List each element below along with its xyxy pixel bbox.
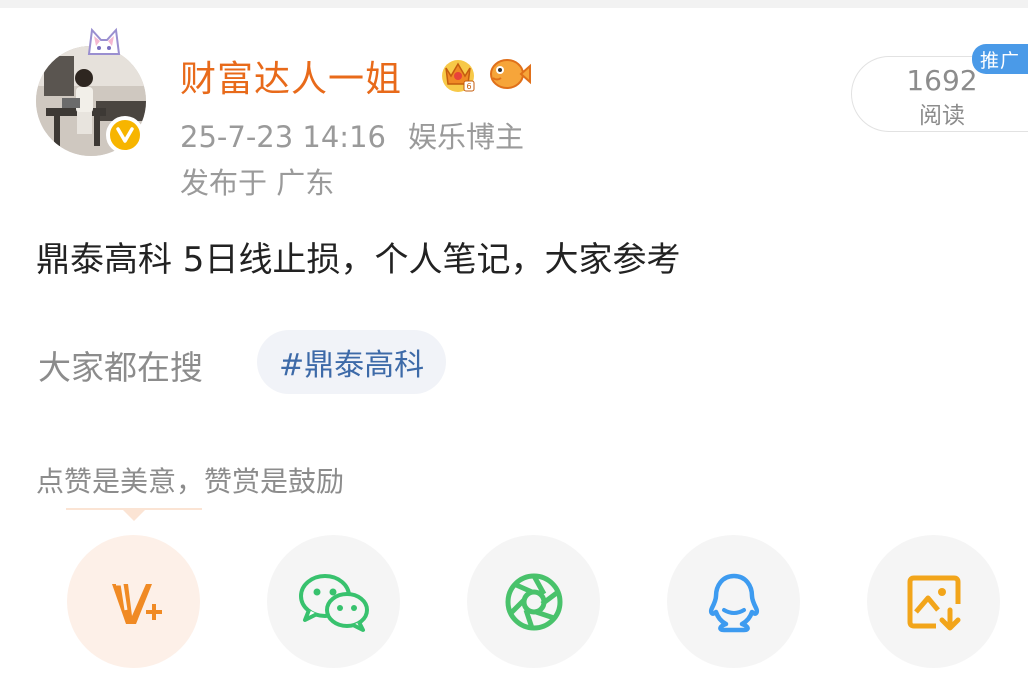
fish-badge-icon bbox=[490, 59, 531, 89]
post-location: 发布于 广东 bbox=[180, 166, 335, 200]
share-moments-button[interactable] bbox=[467, 535, 600, 668]
trending-search-label: 大家都在搜 bbox=[38, 348, 203, 387]
save-image-icon bbox=[907, 575, 960, 630]
save-image-button[interactable] bbox=[867, 535, 1000, 668]
post-meta: 25-7-23 14:16 娱乐博主 bbox=[180, 114, 524, 156]
avatar[interactable] bbox=[36, 46, 146, 156]
hashtag-chip[interactable]: #鼎泰高科 bbox=[257, 330, 447, 394]
reward-button[interactable] bbox=[67, 535, 200, 668]
reward-pointer bbox=[121, 508, 147, 521]
svg-text:6: 6 bbox=[466, 82, 471, 91]
qq-icon bbox=[708, 573, 759, 632]
reward-prompt: 点赞是美意，赞赏是鼓励 bbox=[36, 465, 345, 498]
weibo-reward-icon bbox=[111, 582, 162, 624]
wechat-icon bbox=[298, 573, 369, 632]
crown-badge-icon: 6 bbox=[442, 60, 475, 92]
verified-badge-icon bbox=[106, 116, 144, 154]
post-timestamp: 25-7-23 14:16 bbox=[180, 120, 386, 154]
user-role: 娱乐博主 bbox=[407, 120, 524, 154]
share-wechat-button[interactable] bbox=[267, 535, 400, 668]
moments-icon bbox=[505, 573, 562, 630]
share-qq-button[interactable] bbox=[667, 535, 800, 668]
cat-ornament-icon bbox=[87, 27, 121, 55]
username[interactable]: 财富达人一姐 bbox=[180, 50, 402, 102]
promo-badge[interactable]: 推广 bbox=[972, 44, 1028, 74]
top-divider bbox=[0, 0, 1028, 8]
post-body-text: 鼎泰高科 5日线止损，个人笔记，大家参考 bbox=[36, 240, 681, 280]
read-label: 阅读 bbox=[919, 103, 965, 129]
